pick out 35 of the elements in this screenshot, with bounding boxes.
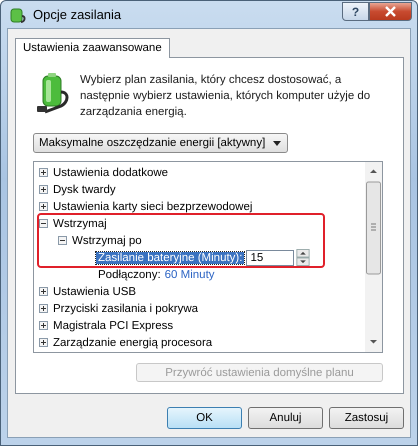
collapse-icon[interactable] [39, 219, 48, 228]
dialog-button[interactable]: OK [167, 407, 242, 429]
tree-item[interactable]: Ustawienia dodatkowe [53, 166, 168, 178]
expand-icon[interactable] [39, 287, 48, 296]
tree-item[interactable]: Przyciski zasilania i pokrywa [53, 302, 198, 314]
setting-label[interactable]: Zasilanie bateryjne (Minuty): [96, 252, 244, 264]
collapse-icon[interactable] [58, 236, 67, 245]
tree-item[interactable]: Ustawienia USB [53, 286, 136, 298]
description-text: Wybierz plan zasilania, który chcesz dostosować, a następnie wybierz ustawienia, których komputer użyje do zarządzania energią. [80, 73, 372, 120]
setting-label[interactable]: Podłączony: [96, 268, 163, 280]
plan-dropdown[interactable]: Maksymalne oszczędzanie energii [aktywny] [33, 133, 288, 153]
close-icon [384, 6, 397, 17]
expand-icon[interactable] [39, 168, 48, 177]
expand-icon[interactable] [39, 202, 48, 211]
tree-item[interactable]: Magistrala PCI Express [53, 320, 174, 332]
dialog-button[interactable]: Zastosuj [329, 407, 404, 429]
tree-item[interactable]: Dysk twardy [53, 184, 116, 196]
tree-item[interactable]: Wstrzymaj po [72, 234, 142, 246]
scrollbar[interactable] [365, 162, 382, 352]
minutes-field[interactable]: 15 [246, 250, 294, 266]
setting-value[interactable]: 60 Minuty [164, 268, 215, 280]
spinner-icon[interactable] [296, 249, 310, 266]
tree-item[interactable]: Zarządzanie energią procesora [53, 336, 212, 348]
window-title: Opcje zasilania [33, 7, 122, 22]
tree-item[interactable]: Ustawienia karty sieci bezprzewodowej [53, 200, 252, 212]
help-button[interactable]: ? [342, 2, 369, 21]
expand-icon[interactable] [39, 338, 48, 347]
dropdown-arrow-icon [273, 140, 281, 146]
expand-icon[interactable] [39, 304, 48, 313]
expand-icon[interactable] [39, 321, 48, 330]
tab[interactable]: Ustawienia zaawansowane [15, 38, 170, 58]
dialog-button[interactable]: Anuluj [248, 407, 323, 429]
tree-item[interactable]: Wstrzymaj [53, 218, 107, 230]
expand-icon[interactable] [39, 185, 48, 194]
close-button[interactable] [369, 2, 412, 21]
